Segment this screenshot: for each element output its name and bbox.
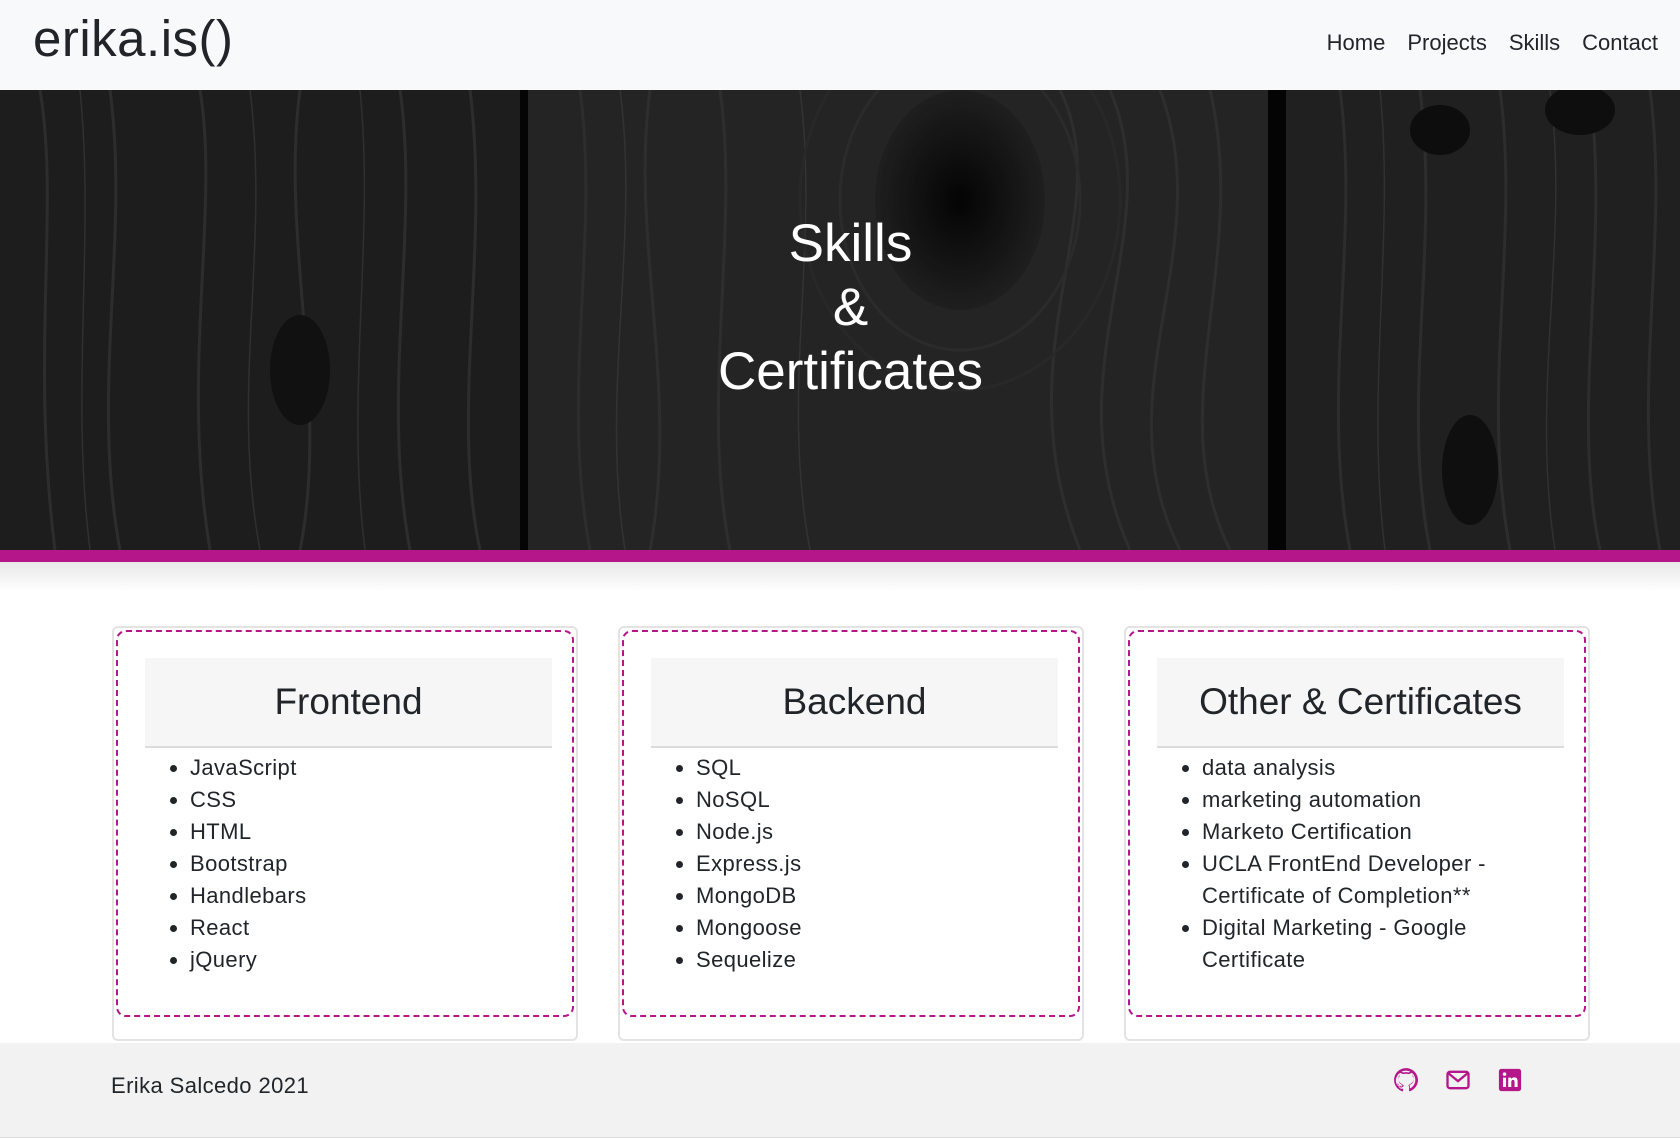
nav-link-home[interactable]: Home: [1327, 26, 1386, 60]
list-item: CSS: [190, 784, 530, 816]
card-title: Other & Certificates: [1199, 681, 1522, 722]
hero-title: Skills & Certificates: [0, 212, 1680, 404]
list-item: Marketo Certification: [1202, 816, 1542, 848]
skills-list: SQL NoSQL Node.js Express.js MongoDB Mon…: [696, 752, 1036, 976]
nav-link-contact[interactable]: Contact: [1582, 26, 1658, 60]
list-item: Bootstrap: [190, 848, 530, 880]
hero-shadow: [0, 562, 1680, 592]
card-backend: Backend SQL NoSQL Node.js Express.js Mon…: [618, 626, 1084, 1041]
card-header: Other & Certificates: [1157, 658, 1564, 748]
card-header: Frontend: [145, 658, 552, 748]
card-title: Backend: [782, 681, 927, 722]
card-other-certificates: Other & Certificates data analysis marke…: [1124, 626, 1590, 1041]
list-item: HTML: [190, 816, 530, 848]
list-item: Handlebars: [190, 880, 530, 912]
list-item: jQuery: [190, 944, 530, 976]
card-header: Backend: [651, 658, 1058, 748]
list-item: Express.js: [696, 848, 1036, 880]
list-item: SQL: [696, 752, 1036, 784]
list-item: data analysis: [1202, 752, 1542, 784]
card-frontend: Frontend JavaScript CSS HTML Bootstrap H…: [112, 626, 578, 1041]
card-title: Frontend: [274, 681, 423, 722]
list-item: MongoDB: [696, 880, 1036, 912]
list-item: Digital Marketing - Google Certificate: [1202, 912, 1542, 976]
card-dashed-border: Backend SQL NoSQL Node.js Express.js Mon…: [622, 630, 1080, 1017]
nav-links: Home Projects Skills Contact: [1327, 26, 1658, 60]
list-item: marketing automation: [1202, 784, 1542, 816]
card-dashed-border: Other & Certificates data analysis marke…: [1128, 630, 1586, 1017]
hero-accent-bar: [0, 550, 1680, 562]
hero-banner: Skills & Certificates: [0, 90, 1680, 550]
list-item: JavaScript: [190, 752, 530, 784]
skills-list: data analysis marketing automation Marke…: [1202, 752, 1542, 976]
nav-link-skills[interactable]: Skills: [1509, 26, 1560, 60]
mail-icon[interactable]: [1444, 1066, 1472, 1094]
hero-title-line-1: Skills: [788, 214, 913, 273]
footer-copyright: Erika Salcedo 2021: [111, 1073, 309, 1098]
list-item: UCLA FrontEnd Developer - Certificate of…: [1202, 848, 1542, 912]
github-icon[interactable]: [1392, 1066, 1420, 1094]
list-item: Node.js: [696, 816, 1036, 848]
brand-logo[interactable]: erika.is(): [33, 8, 234, 70]
list-item: React: [190, 912, 530, 944]
linkedin-icon[interactable]: [1496, 1066, 1524, 1094]
card-dashed-border: Frontend JavaScript CSS HTML Bootstrap H…: [116, 630, 574, 1017]
list-item: Mongoose: [696, 912, 1036, 944]
list-item: Sequelize: [696, 944, 1036, 976]
list-item: NoSQL: [696, 784, 1036, 816]
nav-link-projects[interactable]: Projects: [1407, 26, 1486, 60]
navbar: erika.is() Home Projects Skills Contact: [0, 0, 1680, 90]
hero-title-line-3: Certificates: [717, 342, 984, 401]
footer: Erika Salcedo 2021: [0, 1043, 1680, 1138]
hero-title-line-2: &: [832, 278, 869, 337]
skills-list: JavaScript CSS HTML Bootstrap Handlebars…: [190, 752, 530, 976]
